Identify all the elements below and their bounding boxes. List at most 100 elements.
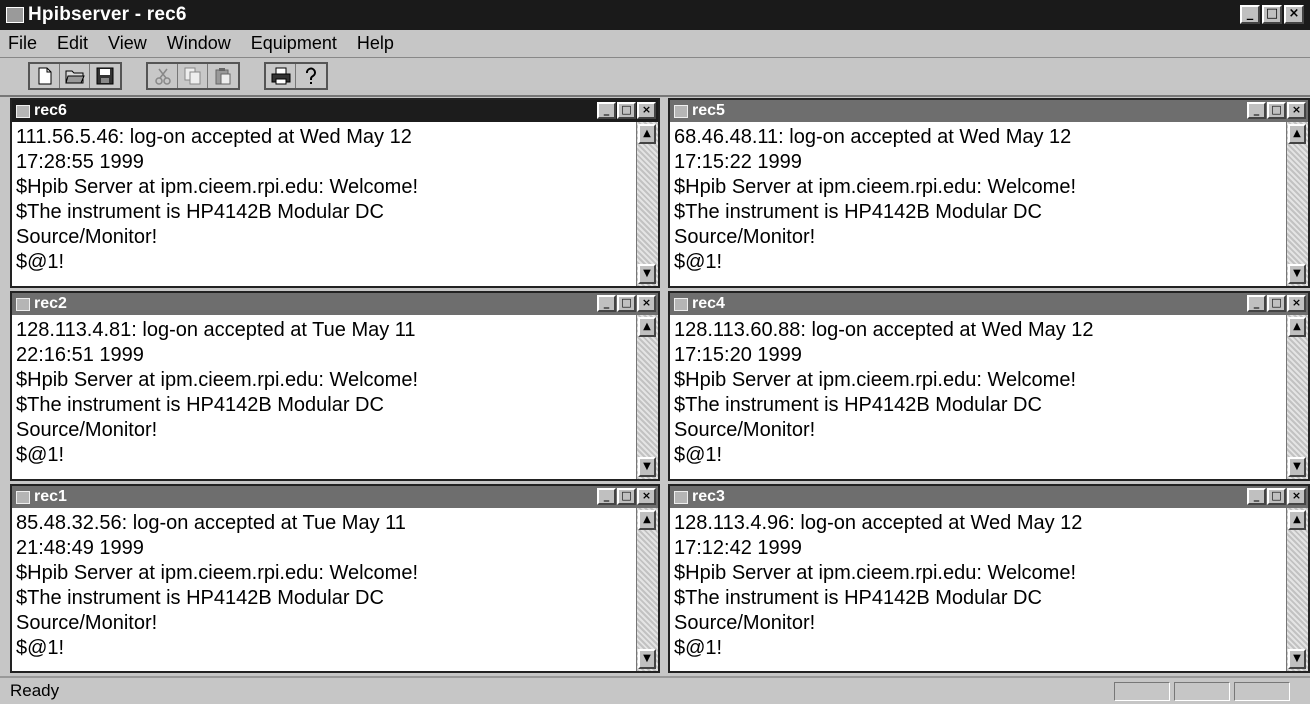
- child-window-rec2[interactable]: rec2 _ □ × 128.113.4.81: log-on accepted…: [10, 291, 660, 481]
- child-titlebar[interactable]: rec6 _ □ ×: [12, 100, 658, 122]
- log-line: 85.48.32.56: log-on accepted at Tue May …: [16, 512, 406, 534]
- scroll-down-arrow-icon[interactable]: ▼: [1288, 649, 1306, 669]
- vertical-scrollbar[interactable]: ▲ ▼: [1286, 122, 1308, 286]
- close-button[interactable]: ×: [1287, 102, 1306, 119]
- app-titlebar[interactable]: Hpibserver - rec6 _ □ ×: [0, 0, 1310, 30]
- vertical-scrollbar[interactable]: ▲ ▼: [636, 508, 658, 671]
- close-button[interactable]: ×: [637, 295, 656, 312]
- maximize-button[interactable]: □: [1267, 488, 1286, 505]
- child-titlebar[interactable]: rec4 _ □ ×: [670, 293, 1308, 315]
- window-icon[interactable]: [674, 297, 688, 311]
- window-icon[interactable]: [16, 104, 30, 118]
- window-icon[interactable]: [16, 490, 30, 504]
- close-button[interactable]: ×: [1284, 5, 1304, 24]
- child-titlebar[interactable]: rec3 _ □ ×: [670, 486, 1308, 508]
- minimize-button[interactable]: _: [1240, 5, 1260, 24]
- log-text[interactable]: 68.46.48.11: log-on accepted at Wed May …: [670, 122, 1286, 286]
- log-line: $The instrument is HP4142B Modular DC: [16, 587, 384, 609]
- child-window-controls: _ □ ×: [1247, 102, 1306, 119]
- app-icon[interactable]: [6, 7, 24, 23]
- vertical-scrollbar[interactable]: ▲ ▼: [636, 122, 658, 286]
- maximize-button[interactable]: □: [1262, 5, 1282, 24]
- scroll-up-arrow-icon[interactable]: ▲: [1288, 317, 1306, 337]
- log-line: $Hpib Server at ipm.cieem.rpi.edu: Welco…: [16, 176, 419, 198]
- child-window-rec4[interactable]: rec4 _ □ × 128.113.60.88: log-on accepte…: [668, 291, 1310, 481]
- close-button[interactable]: ×: [637, 488, 656, 505]
- scroll-up-arrow-icon[interactable]: ▲: [638, 124, 656, 144]
- toolbar-edit-group: [146, 62, 240, 90]
- log-line: 17:15:22 1999: [674, 151, 802, 173]
- menu-equipment[interactable]: Equipment: [241, 33, 347, 54]
- log-line: $@1!: [16, 637, 65, 659]
- scroll-down-arrow-icon[interactable]: ▼: [638, 649, 656, 669]
- window-icon[interactable]: [674, 104, 688, 118]
- log-text[interactable]: 128.113.4.96: log-on accepted at Wed May…: [670, 508, 1286, 671]
- print-icon[interactable]: [266, 64, 296, 88]
- minimize-button[interactable]: _: [597, 488, 616, 505]
- child-window-rec1[interactable]: rec1 _ □ × 85.48.32.56: log-on accepted …: [10, 484, 660, 673]
- toolbar: [0, 57, 1310, 97]
- minimize-button[interactable]: _: [1247, 102, 1266, 119]
- scroll-up-arrow-icon[interactable]: ▲: [638, 317, 656, 337]
- maximize-button[interactable]: □: [617, 488, 636, 505]
- menu-view[interactable]: View: [98, 33, 157, 54]
- minimize-button[interactable]: _: [597, 102, 616, 119]
- maximize-button[interactable]: □: [1267, 102, 1286, 119]
- child-titlebar[interactable]: rec2 _ □ ×: [12, 293, 658, 315]
- child-title: rec1: [34, 488, 67, 505]
- log-line: Source/Monitor!: [674, 226, 816, 248]
- scroll-up-arrow-icon[interactable]: ▲: [1288, 510, 1306, 530]
- scroll-down-arrow-icon[interactable]: ▼: [1288, 264, 1306, 284]
- scroll-up-arrow-icon[interactable]: ▲: [638, 510, 656, 530]
- scroll-up-arrow-icon[interactable]: ▲: [1288, 124, 1306, 144]
- log-line: $@1!: [674, 637, 723, 659]
- maximize-button[interactable]: □: [617, 295, 636, 312]
- cut-icon[interactable]: [148, 64, 178, 88]
- minimize-button[interactable]: _: [597, 295, 616, 312]
- child-titlebar[interactable]: rec1 _ □ ×: [12, 486, 658, 508]
- vertical-scrollbar[interactable]: ▲ ▼: [1286, 508, 1308, 671]
- scroll-down-arrow-icon[interactable]: ▼: [1288, 457, 1306, 477]
- menu-edit[interactable]: Edit: [47, 33, 98, 54]
- open-folder-icon[interactable]: [60, 64, 90, 88]
- log-line: $Hpib Server at ipm.cieem.rpi.edu: Welco…: [674, 562, 1077, 584]
- maximize-button[interactable]: □: [1267, 295, 1286, 312]
- child-window-rec5[interactable]: rec5 _ □ × 68.46.48.11: log-on accepted …: [668, 98, 1310, 288]
- vertical-scrollbar[interactable]: ▲ ▼: [636, 315, 658, 479]
- menu-file[interactable]: File: [0, 33, 47, 54]
- minimize-button[interactable]: _: [1247, 295, 1266, 312]
- child-titlebar[interactable]: rec5 _ □ ×: [670, 100, 1308, 122]
- log-line: $The instrument is HP4142B Modular DC: [16, 394, 384, 416]
- log-line: Source/Monitor!: [674, 612, 816, 634]
- minimize-button[interactable]: _: [1247, 488, 1266, 505]
- log-line: 22:16:51 1999: [16, 344, 144, 366]
- log-line: $@1!: [16, 444, 65, 466]
- child-window-rec6[interactable]: rec6 _ □ × 111.56.5.46: log-on accepted …: [10, 98, 660, 288]
- window-icon[interactable]: [674, 490, 688, 504]
- menu-help[interactable]: Help: [347, 33, 404, 54]
- log-text[interactable]: 85.48.32.56: log-on accepted at Tue May …: [12, 508, 636, 671]
- save-disk-icon[interactable]: [90, 64, 120, 88]
- maximize-button[interactable]: □: [617, 102, 636, 119]
- window-icon[interactable]: [16, 297, 30, 311]
- new-doc-icon[interactable]: [30, 64, 60, 88]
- log-text[interactable]: 128.113.60.88: log-on accepted at Wed Ma…: [670, 315, 1286, 479]
- copy-icon[interactable]: [178, 64, 208, 88]
- child-window-rec3[interactable]: rec3 _ □ × 128.113.4.96: log-on accepted…: [668, 484, 1310, 673]
- menu-window[interactable]: Window: [157, 33, 241, 54]
- close-button[interactable]: ×: [1287, 295, 1306, 312]
- scroll-down-arrow-icon[interactable]: ▼: [638, 457, 656, 477]
- close-button[interactable]: ×: [1287, 488, 1306, 505]
- log-line: 111.56.5.46: log-on accepted at Wed May …: [16, 126, 412, 148]
- close-button[interactable]: ×: [637, 102, 656, 119]
- log-text[interactable]: 128.113.4.81: log-on accepted at Tue May…: [12, 315, 636, 479]
- status-text: Ready: [10, 681, 60, 700]
- log-line: 17:12:42 1999: [674, 537, 802, 559]
- log-text[interactable]: 111.56.5.46: log-on accepted at Wed May …: [12, 122, 636, 286]
- paste-icon[interactable]: [208, 64, 238, 88]
- help-icon[interactable]: [296, 64, 326, 88]
- child-window-controls: _ □ ×: [597, 295, 656, 312]
- log-line: 21:48:49 1999: [16, 537, 144, 559]
- scroll-down-arrow-icon[interactable]: ▼: [638, 264, 656, 284]
- vertical-scrollbar[interactable]: ▲ ▼: [1286, 315, 1308, 479]
